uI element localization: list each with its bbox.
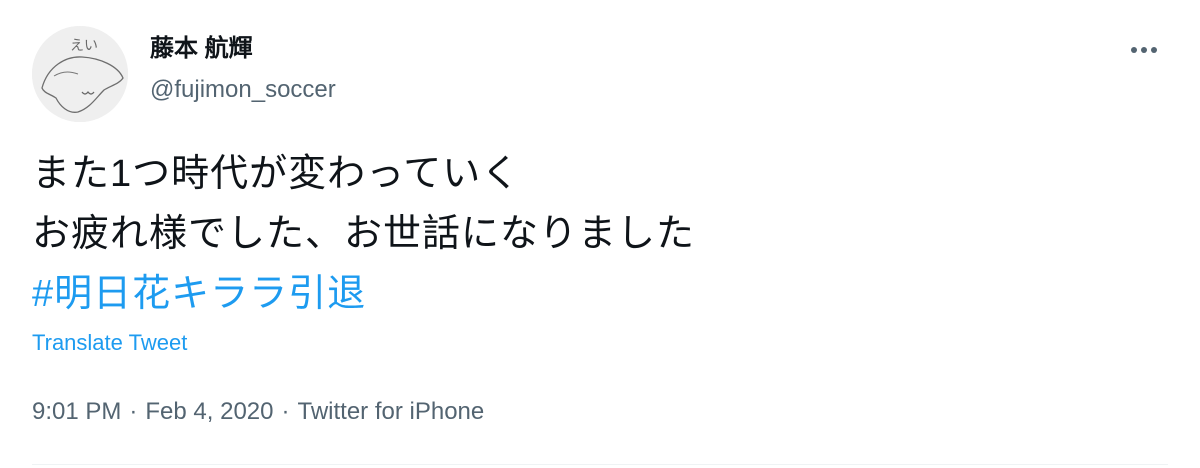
divider	[32, 464, 1168, 465]
separator-dot: ·	[129, 398, 138, 425]
avatar-doodle-text: えい	[70, 38, 98, 54]
more-horizontal-icon	[1131, 47, 1157, 53]
tweet-date-link[interactable]: Feb 4, 2020	[145, 398, 273, 425]
tweet-text-line: お疲れ様でした、お世話になりました	[32, 213, 696, 255]
hashtag-link[interactable]: #明日花キララ引退	[32, 273, 366, 315]
separator-dot: ·	[281, 398, 290, 425]
hand-drawn-face-icon: えい	[32, 26, 128, 122]
user-handle[interactable]: @fujimon_soccer	[150, 75, 336, 105]
tweet-source-link[interactable]: Twitter for iPhone	[298, 398, 485, 425]
tweet-text: また1つ時代が変わっていく お疲れ様でした、お世話になりました #明日花キララ引…	[32, 144, 695, 324]
tweet-card: えい 藤本 航輝 @fujimon_soccer また1つ時代が変わっていく お…	[0, 0, 1200, 468]
translate-tweet-link[interactable]: Translate Tweet	[32, 329, 187, 357]
more-options-button[interactable]	[1124, 36, 1164, 64]
tweet-time-link[interactable]: 9:01 PM	[32, 398, 121, 425]
tweet-metadata: 9:01 PM · Feb 4, 2020 · Twitter for iPhone	[32, 396, 484, 428]
display-name[interactable]: 藤本 航輝	[150, 34, 253, 64]
avatar[interactable]: えい	[32, 26, 128, 122]
tweet-text-line: また1つ時代が変わっていく	[32, 153, 521, 195]
